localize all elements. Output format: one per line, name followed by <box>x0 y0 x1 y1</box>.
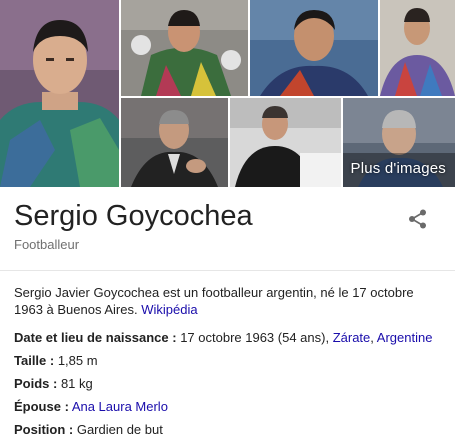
image-tile-1[interactable] <box>0 0 119 187</box>
fact-spouse: Épouse : Ana Laura Merlo <box>14 398 454 421</box>
description: Sergio Javier Goycochea est un footballe… <box>14 284 444 318</box>
wikipedia-link[interactable]: Wikipédia <box>141 302 197 317</box>
fact-value: Gardien de but <box>73 422 163 437</box>
fact-label: Poids : <box>14 376 58 391</box>
knowledge-panel: Plus d'images Sergio Goycochea Footballe… <box>0 0 455 448</box>
share-icon <box>409 209 426 229</box>
more-images-link[interactable]: Plus d'images <box>350 160 446 177</box>
facts-list: Date et lieu de naissance : 17 octobre 1… <box>14 329 454 444</box>
fact-height: Taille : 1,85 m <box>14 352 454 375</box>
fact-label: Position : <box>14 422 74 437</box>
entity-header: Sergio Goycochea Footballeur <box>14 198 253 252</box>
spouse-link[interactable]: Ana Laura Merlo <box>72 399 168 414</box>
image-grid: Plus d'images <box>0 0 455 187</box>
fact-value: 1,85 m <box>54 353 98 368</box>
fact-label: Date et lieu de naissance : <box>14 330 177 345</box>
fact-value: 17 octobre 1963 (54 ans), <box>176 330 333 345</box>
image-tile-3[interactable] <box>250 0 378 96</box>
image-tile-2[interactable] <box>121 0 248 96</box>
fact-birth: Date et lieu de naissance : 17 octobre 1… <box>14 329 454 352</box>
divider <box>0 270 455 271</box>
image-tile-6[interactable] <box>230 98 341 187</box>
image-tile-7[interactable]: Plus d'images <box>343 98 455 187</box>
fact-label: Épouse : <box>14 399 69 414</box>
fact-position: Position : Gardien de but <box>14 421 454 444</box>
description-text: Sergio Javier Goycochea est un footballe… <box>14 285 414 317</box>
entity-subtitle: Footballeur <box>14 237 80 252</box>
country-link[interactable]: Argentine <box>377 330 433 345</box>
birthplace-link[interactable]: Zárate <box>333 330 371 345</box>
fact-weight: Poids : 81 kg <box>14 375 454 398</box>
image-tile-4[interactable] <box>380 0 455 96</box>
image-tile-5[interactable] <box>121 98 228 187</box>
fact-label: Taille : <box>14 353 55 368</box>
fact-value: 81 kg <box>57 376 93 391</box>
entity-title: Sergio Goycochea <box>14 200 253 232</box>
share-button[interactable] <box>406 207 430 231</box>
